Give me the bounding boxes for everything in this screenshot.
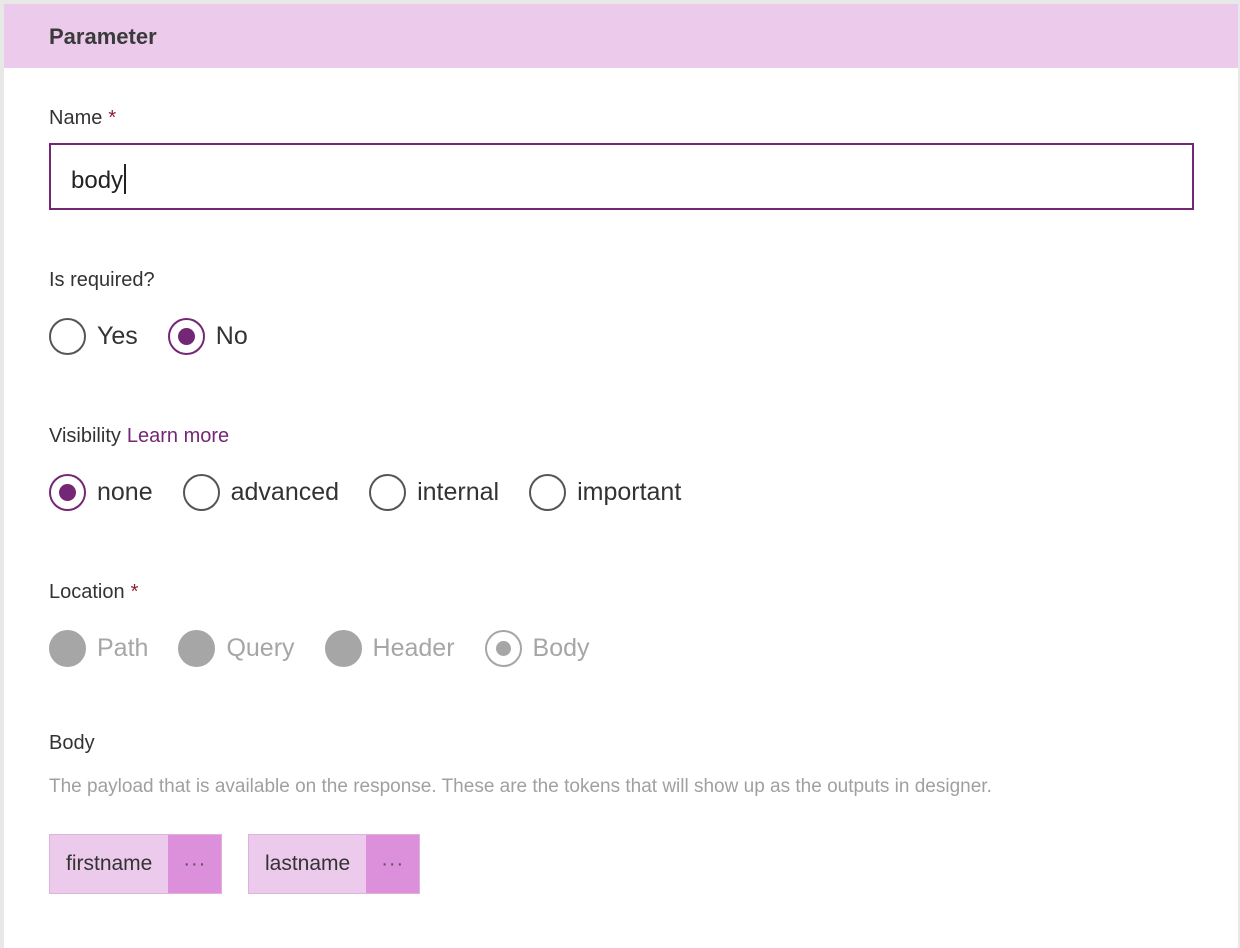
location-query-option: Query [178,629,295,667]
is-required-radio-group: Yes No [49,316,278,356]
name-input-text: body [71,167,124,194]
name-label: Name * [49,107,116,130]
radio-no-circle[interactable] [167,317,205,355]
radio-important-circle[interactable] [529,473,567,511]
radio-advanced-label[interactable]: advanced [231,478,339,507]
radio-query-circle [178,629,216,667]
visibility-label: Visibility Learn more [49,425,229,448]
radio-body-label: Body [532,633,590,662]
visibility-none-option[interactable]: none [49,473,153,511]
name-required-star: * [108,107,117,129]
name-label-text: Name [49,107,103,129]
visibility-radio-group: none advanced internal important [49,472,711,512]
token-firstname[interactable]: firstname ··· [49,834,223,894]
radio-path-label: Path [97,633,149,662]
radio-header-label: Header [372,633,455,662]
radio-no-label[interactable]: No [216,322,248,351]
radio-yes-label[interactable]: Yes [97,322,138,351]
panel-title: Parameter [49,24,157,49]
is-required-label: Is required? [49,269,155,291]
panel-header: Parameter [4,4,1238,68]
body-label: Body [49,732,95,754]
radio-header-circle [324,629,362,667]
radio-query-label: Query [226,633,295,662]
location-path-option: Path [49,629,149,667]
radio-body-circle [484,629,522,667]
parameter-panel: Parameter Name * body Is required? Yes No… [4,4,1238,948]
visibility-internal-option[interactable]: internal [369,473,499,511]
is-required-yes-option[interactable]: Yes [49,317,138,355]
token-firstname-more-button[interactable]: ··· [168,835,222,893]
location-header-option: Header [324,629,455,667]
radio-internal-circle[interactable] [369,473,407,511]
radio-advanced-circle[interactable] [182,473,220,511]
radio-yes-circle[interactable] [49,317,86,355]
visibility-advanced-option[interactable]: advanced [182,473,339,511]
radio-internal-label[interactable]: internal [417,478,499,507]
text-caret [124,164,127,194]
name-input-value[interactable]: body [71,164,127,195]
name-input[interactable]: body [49,143,1194,210]
radio-important-label[interactable]: important [577,478,681,507]
is-required-no-option[interactable]: No [167,317,248,355]
location-required-star: * [130,581,139,603]
token-firstname-label[interactable]: firstname [50,835,168,893]
location-radio-group: Path Query Header Body [49,628,620,668]
body-helper-text: The payload that is available on the res… [49,776,992,797]
radio-none-label[interactable]: none [97,478,153,507]
visibility-important-option[interactable]: important [529,473,681,511]
location-label-text: Location [49,581,125,603]
visibility-label-text: Visibility [49,425,121,447]
token-lastname-label[interactable]: lastname [249,835,366,893]
token-lastname-more-button[interactable]: ··· [366,835,420,893]
location-body-option: Body [484,629,590,667]
learn-more-link[interactable]: Learn more [127,425,229,447]
token-lastname[interactable]: lastname ··· [248,834,421,894]
radio-none-circle[interactable] [49,473,86,511]
location-label: Location * [49,581,138,604]
radio-path-circle [49,629,86,667]
